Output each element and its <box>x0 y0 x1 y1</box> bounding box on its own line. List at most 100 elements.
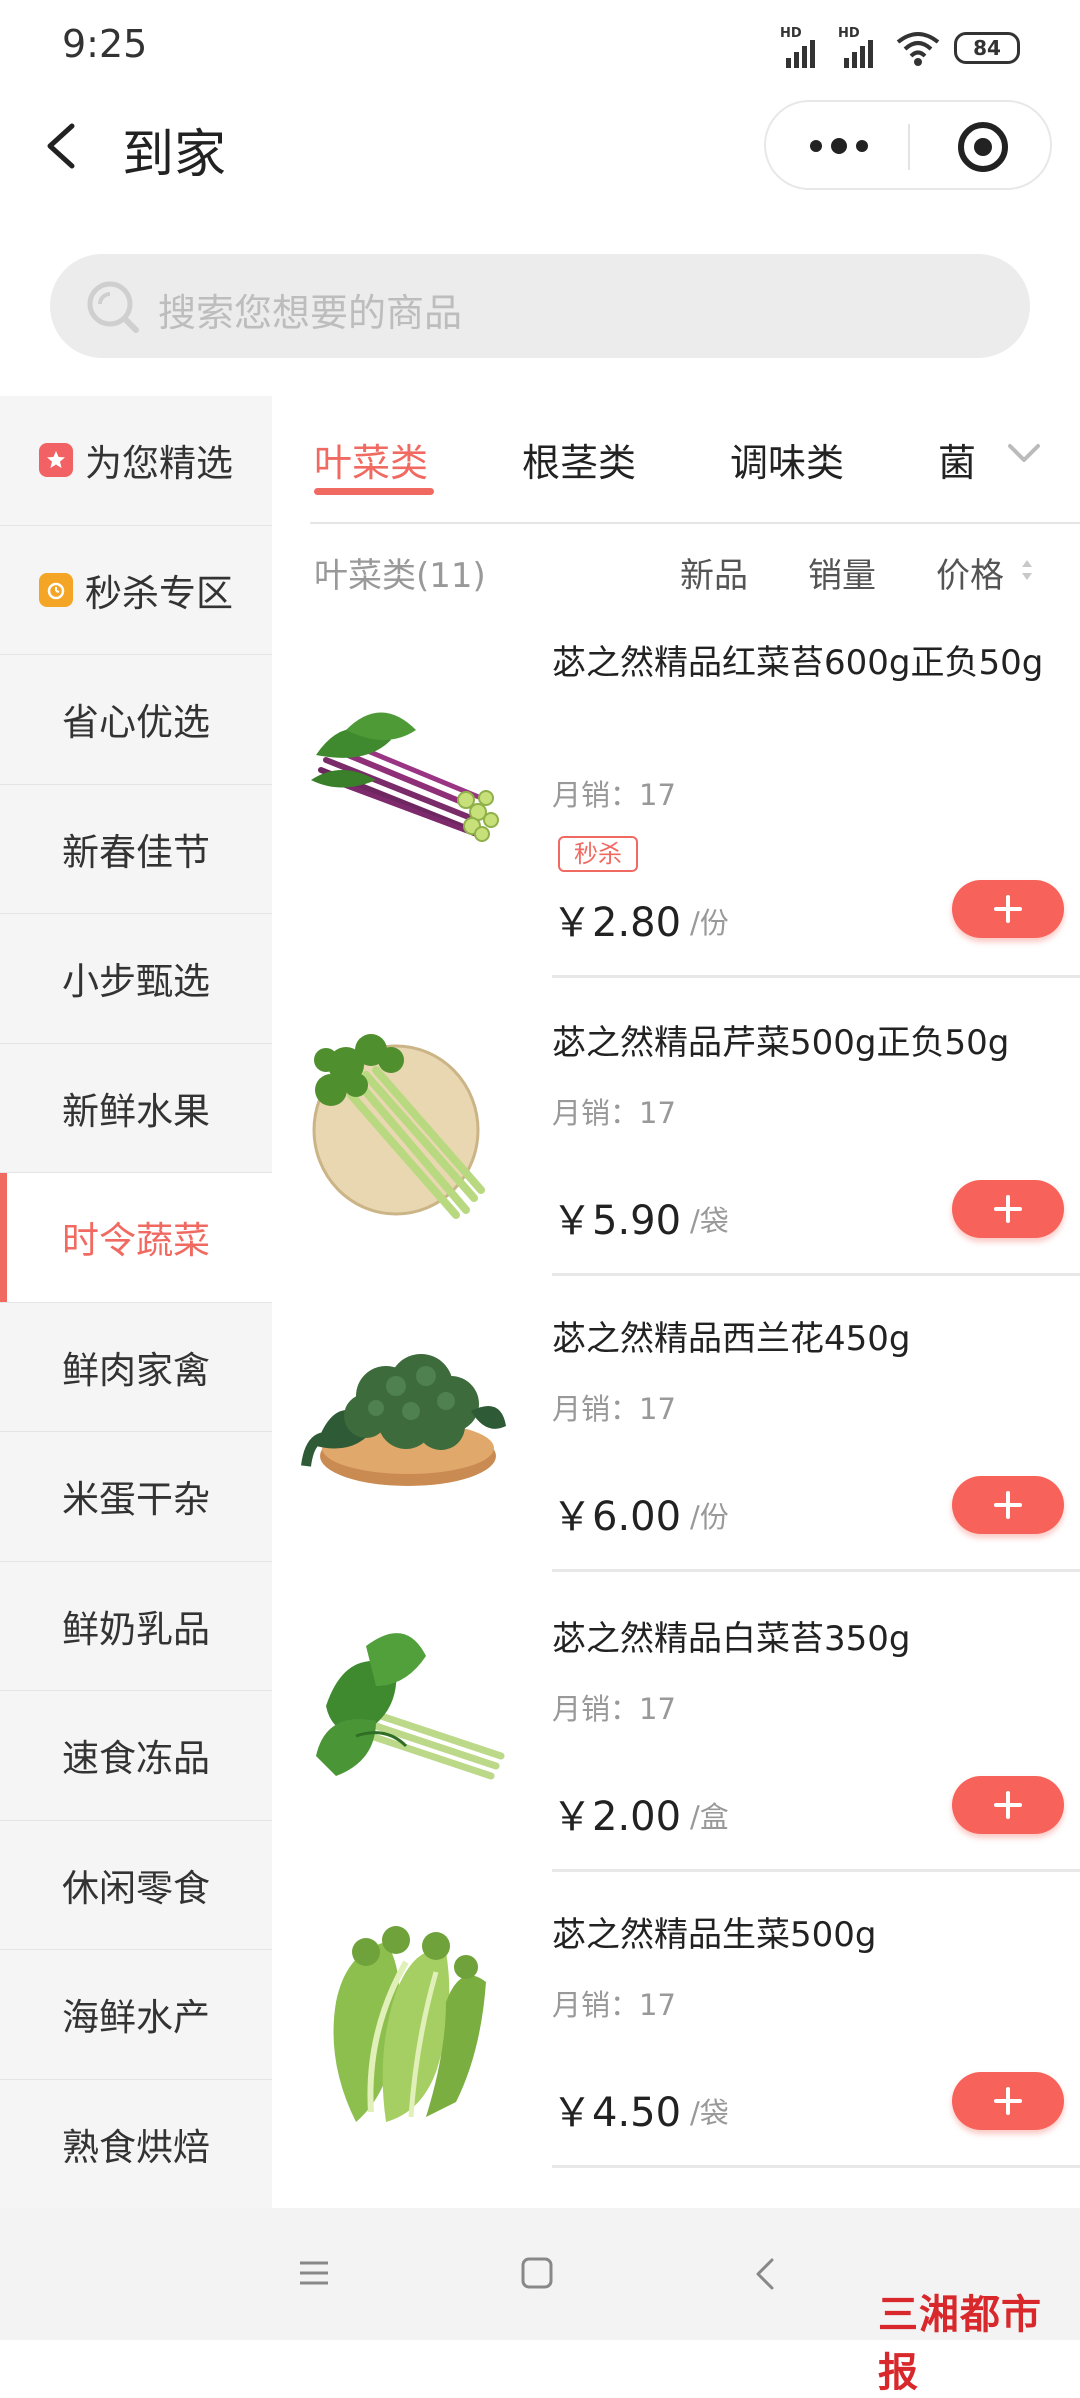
page-title: 到家 <box>122 125 227 185</box>
product-card[interactable]: 苾之然精品西兰花450g 月销：17 ￥6.00 /份 <box>272 1316 1080 1572</box>
product-name: 苾之然精品芹菜500g正负50g <box>552 1023 1010 1063</box>
sidebar-item-label: 海鲜水产 <box>62 1996 210 2040</box>
hd-label: HD <box>838 26 860 41</box>
add-to-cart-button[interactable] <box>952 2072 1064 2130</box>
sort-new-button[interactable]: 新品 <box>680 548 748 597</box>
wifi-icon <box>896 32 940 66</box>
sidebar-item[interactable]: 新春佳节 <box>0 785 272 914</box>
product-sales: 月销：17 <box>552 1988 676 2022</box>
plus-icon <box>994 2087 1022 2115</box>
status-bar: 9:25 HD HD 84 <box>0 0 1080 96</box>
tab-root-vegetables[interactable]: 根茎类 <box>522 432 636 487</box>
sidebar-item-label: 熟食烘焙 <box>62 2125 210 2169</box>
sort-price-button[interactable]: 价格 <box>936 548 1004 597</box>
product-unit: /份 <box>690 906 729 940</box>
close-mini-program-icon[interactable] <box>956 120 1010 174</box>
product-sales: 月销：17 <box>552 1392 676 1426</box>
tab-leafy-vegetables[interactable]: 叶菜类 <box>314 432 428 487</box>
product-image <box>316 1633 505 1780</box>
chevron-down-icon[interactable] <box>1004 438 1044 468</box>
sort-sales-button[interactable]: 销量 <box>808 548 876 597</box>
product-name: 苾之然精品西兰花450g <box>552 1319 911 1359</box>
search-bar[interactable]: 搜索您想要的商品 <box>50 254 1030 358</box>
sidebar-item-seasonal-vegetables[interactable]: 时令蔬菜 <box>0 1173 272 1303</box>
sort-arrows-icon <box>1022 560 1032 580</box>
home-icon[interactable] <box>520 2256 554 2290</box>
sidebar-item-label: 新春佳节 <box>62 830 210 874</box>
product-card[interactable]: 苾之然精品红菜苔600g正负50g 月销：17 秒杀 ￥2.80 /份 <box>272 640 1080 978</box>
add-to-cart-button[interactable] <box>952 1180 1064 1238</box>
menu-icon[interactable] <box>296 2258 332 2288</box>
sort-bar: 叶菜类(11) 新品 销量 价格 <box>272 524 1080 614</box>
sidebar-item-label: 米蛋干杂 <box>62 1478 210 1522</box>
capsule-divider <box>908 124 910 170</box>
product-price: ￥4.50 <box>552 2090 682 2136</box>
plus-icon <box>994 1195 1022 1223</box>
status-icons: HD HD 84 <box>780 26 1020 70</box>
add-to-cart-button[interactable] <box>952 1776 1064 1834</box>
sidebar-item-flash-sale[interactable]: 秒杀专区 <box>0 526 272 655</box>
tab-seasoning[interactable]: 调味类 <box>730 432 844 487</box>
sidebar-item[interactable]: 省心优选 <box>0 655 272 785</box>
sidebar-item-featured[interactable]: 为您精选 <box>0 396 272 526</box>
product-price: ￥2.80 <box>552 900 682 946</box>
system-navigation-bar: 三湘都市报 <box>0 2208 1080 2396</box>
sidebar-item[interactable]: 新鲜水果 <box>0 1044 272 1173</box>
sidebar-item-label: 小步甄选 <box>62 960 210 1004</box>
sidebar-item[interactable]: 鲜奶乳品 <box>0 1562 272 1691</box>
search-icon <box>87 281 139 333</box>
sidebar-item-label: 速食冻品 <box>62 1737 210 1781</box>
product-divider <box>552 1569 1080 1572</box>
product-sales: 月销：17 <box>552 1692 676 1726</box>
add-to-cart-button[interactable] <box>952 1476 1064 1534</box>
product-image <box>301 1354 506 1486</box>
product-card[interactable]: 苾之然精品芹菜500g正负50g 月销：17 ￥5.90 /袋 <box>272 1020 1080 1276</box>
sidebar-item[interactable]: 鲜肉家禽 <box>0 1303 272 1432</box>
search-placeholder: 搜索您想要的商品 <box>158 291 463 335</box>
watermark-text: 三湘都市报 <box>878 2292 1042 2396</box>
flash-sale-badge: 秒杀 <box>558 836 638 872</box>
product-card[interactable]: 苾之然精品生菜500g 月销：17 ￥4.50 /袋 <box>272 1912 1080 2168</box>
more-options-icon[interactable] <box>806 128 872 164</box>
add-to-cart-button[interactable] <box>952 880 1064 938</box>
sidebar-item-label: 省心优选 <box>62 701 210 745</box>
mini-program-capsule <box>764 100 1052 190</box>
product-name: 苾之然精品红菜苔600g正负50g <box>552 643 1044 683</box>
product-unit: /袋 <box>690 1204 729 1238</box>
status-time: 9:25 <box>62 22 148 66</box>
sidebar-item-label: 新鲜水果 <box>62 1089 210 1133</box>
sidebar-item-label: 鲜肉家禽 <box>62 1348 210 1392</box>
sidebar-item-label: 鲜奶乳品 <box>62 1607 210 1651</box>
clock-badge-icon <box>39 572 73 607</box>
product-sales: 月销：17 <box>552 778 676 812</box>
plus-icon <box>994 1491 1022 1519</box>
sidebar-item[interactable]: 海鲜水产 <box>0 1950 272 2080</box>
subcategory-tabs: 叶菜类 根茎类 调味类 菌 <box>272 396 1080 522</box>
product-card[interactable]: 苾之然精品白菜苔350g 月销：17 ￥2.00 /盒 <box>272 1616 1080 1872</box>
active-tab-indicator <box>314 488 434 495</box>
sidebar-item[interactable]: 速食冻品 <box>0 1691 272 1821</box>
product-divider <box>552 1869 1080 1872</box>
product-price: ￥6.00 <box>552 1494 682 1540</box>
category-sidebar: 为您精选 秒杀专区 省心优选 新春佳节 小步甄选 新鲜水果 时令蔬菜 鲜肉家禽 … <box>0 396 272 2209</box>
battery-icon: 84 <box>954 32 1020 64</box>
sidebar-item[interactable]: 小步甄选 <box>0 914 272 1044</box>
back-icon[interactable] <box>752 2256 776 2292</box>
star-badge-icon <box>39 443 73 478</box>
product-divider <box>552 1273 1080 1276</box>
sidebar-item-label: 时令蔬菜 <box>62 1219 210 1263</box>
product-divider <box>552 975 1080 978</box>
sidebar-item-label: 为您精选 <box>85 442 233 486</box>
sidebar-item-label: 休闲零食 <box>62 1866 210 1910</box>
product-unit: /袋 <box>690 2096 729 2130</box>
plus-icon <box>994 895 1022 923</box>
back-arrow-icon[interactable] <box>38 118 88 174</box>
sidebar-item[interactable]: 米蛋干杂 <box>0 1432 272 1562</box>
product-sales: 月销：17 <box>552 1096 676 1130</box>
sidebar-item[interactable]: 熟食烘焙 <box>0 2080 272 2209</box>
sidebar-item[interactable]: 休闲零食 <box>0 1821 272 1950</box>
hd-label: HD <box>780 26 802 41</box>
plus-icon <box>994 1791 1022 1819</box>
product-image <box>312 1034 485 1219</box>
product-divider <box>552 2165 1080 2168</box>
